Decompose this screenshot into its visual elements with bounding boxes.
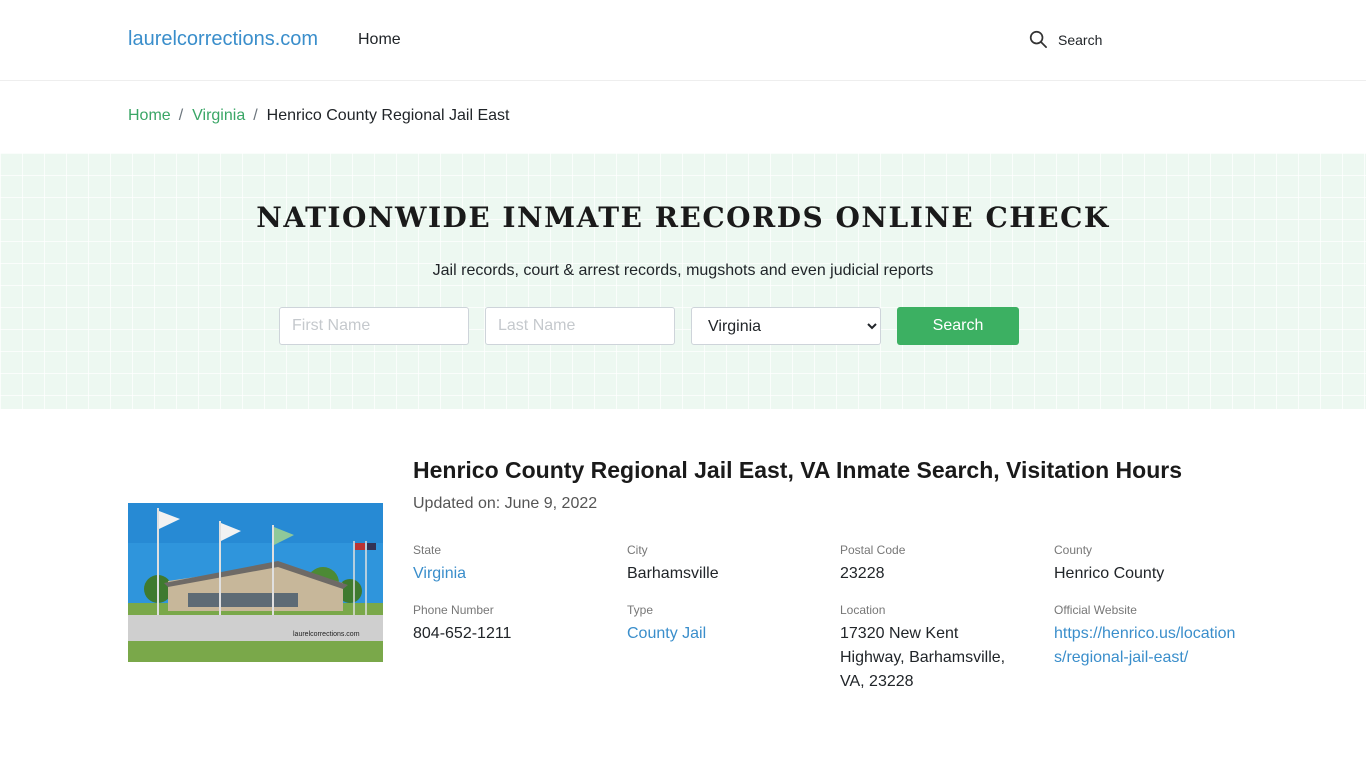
header-search-button[interactable]: Search: [1029, 30, 1102, 49]
field-label: Official Website: [1054, 603, 1137, 617]
facility-photo: laurelcorrections.com: [128, 503, 383, 662]
field-label: Phone Number: [413, 603, 494, 617]
state-select[interactable]: Virginia: [691, 307, 881, 345]
breadcrumb: Home / Virginia / Henrico County Regiona…: [128, 107, 509, 125]
county-value: Henrico County: [1054, 565, 1165, 582]
facility-title: Henrico County Regional Jail East, VA In…: [413, 457, 1182, 483]
state-link[interactable]: Virginia: [413, 562, 603, 586]
search-submit-button[interactable]: Search: [897, 307, 1019, 345]
official-website-link[interactable]: https://henrico.us/locations/regional-ja…: [1054, 622, 1240, 670]
brand-logo-link[interactable]: laurelcorrections.com: [128, 28, 318, 51]
photo-watermark: laurelcorrections.com: [293, 631, 360, 638]
site-header: laurelcorrections.com Home Search: [0, 0, 1366, 81]
hero-subtitle: Jail records, court & arrest records, mu…: [432, 262, 934, 279]
breadcrumb-home[interactable]: Home: [128, 107, 171, 125]
field-label: City: [627, 543, 648, 557]
field-label: County: [1054, 543, 1093, 557]
field-type: Type County Jail: [627, 603, 817, 646]
field-location: Location 17320 New Kent Highway, Barhams…: [840, 603, 1020, 694]
postal-code-value: 23228: [840, 565, 885, 582]
field-state: State Virginia: [413, 543, 603, 586]
type-link[interactable]: County Jail: [627, 622, 817, 646]
inmate-search-form: Virginia Search: [279, 307, 1019, 345]
field-label: Type: [627, 603, 654, 617]
updated-date: Updated on: June 9, 2022: [413, 495, 598, 512]
first-name-input[interactable]: [279, 307, 469, 345]
search-icon: [1029, 30, 1047, 48]
last-name-input[interactable]: [485, 307, 675, 345]
field-label: Location: [840, 603, 886, 617]
breadcrumb-separator: /: [178, 107, 184, 124]
location-value: 17320 New Kent Highway, Barhamsville, VA…: [840, 625, 1006, 690]
field-city: City Barhamsville: [627, 543, 817, 586]
breadcrumb-separator: /: [253, 107, 258, 124]
field-label: Postal Code: [840, 543, 906, 557]
field-phone: Phone Number 804-652-1211: [413, 603, 603, 646]
hero-title: NATIONWIDE INMATE RECORDS ONLINE CHECK: [256, 201, 1110, 234]
header-search-label: Search: [1058, 31, 1103, 48]
breadcrumb-virginia[interactable]: Virginia: [192, 107, 245, 125]
phone-value: 804-652-1211: [413, 625, 512, 642]
field-postal-code: Postal Code 23228: [840, 543, 1030, 586]
field-label: State: [413, 543, 442, 557]
field-website: Official Website https://henrico.us/loca…: [1054, 603, 1240, 670]
breadcrumb-current: Henrico County Regional Jail East: [266, 107, 510, 124]
city-value: Barhamsville: [627, 565, 719, 582]
field-county: County Henrico County: [1054, 543, 1244, 586]
nav-home-link[interactable]: Home: [358, 31, 401, 49]
search-hero: NATIONWIDE INMATE RECORDS ONLINE CHECK J…: [0, 153, 1366, 409]
